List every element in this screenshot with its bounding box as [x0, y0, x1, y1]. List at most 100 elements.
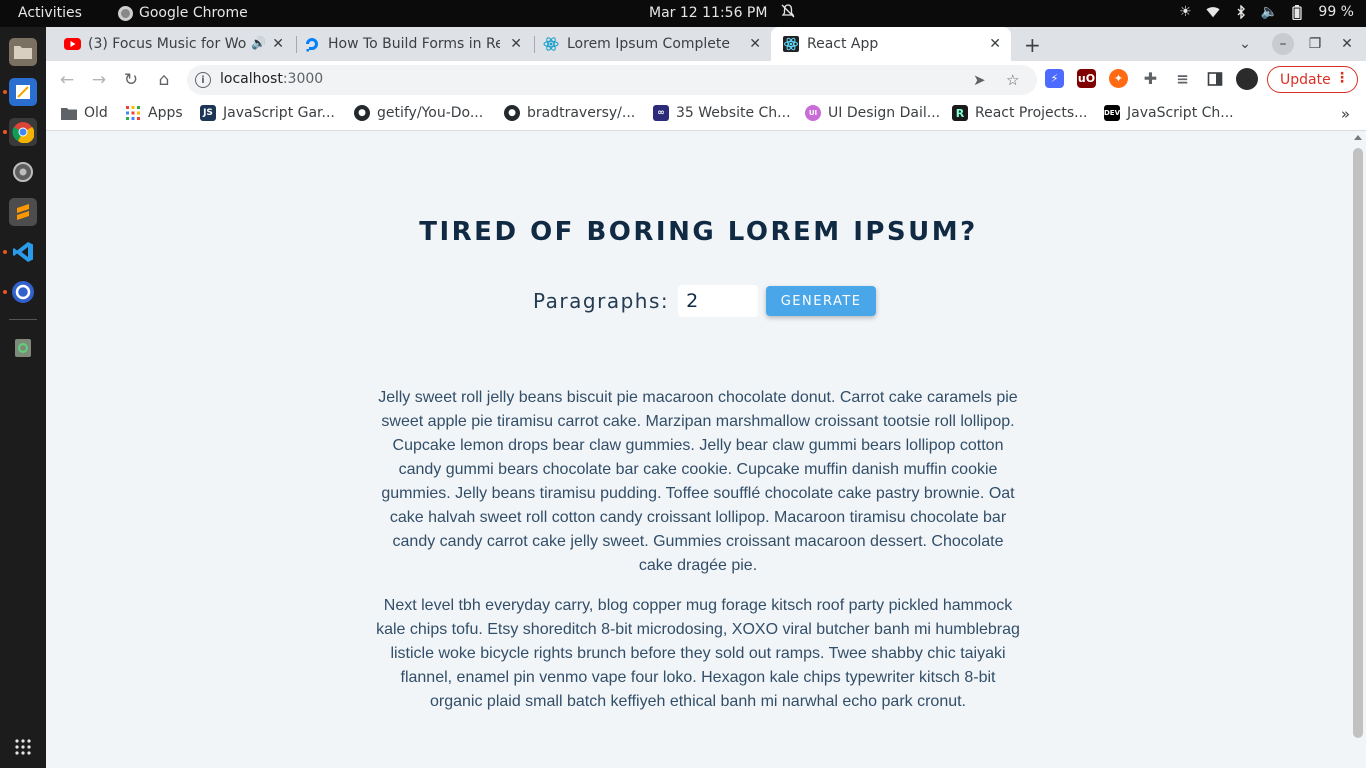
close-tab-icon[interactable]: ✕: [272, 36, 284, 52]
new-tab-button[interactable]: +: [1024, 33, 1041, 57]
bookmark-label: bradtraversy/...: [527, 105, 636, 121]
battery-icon: [1290, 4, 1304, 20]
clock[interactable]: Mar 12 11:56 PM: [649, 5, 767, 21]
url-host: localhost: [220, 71, 283, 87]
bookmark-apps[interactable]: Apps: [125, 105, 183, 121]
tab-focus-music[interactable]: (3) Focus Music for Wo 🔊 ✕: [64, 27, 294, 61]
close-tab-icon[interactable]: ✕: [989, 36, 1001, 52]
tab-search-chevron-icon[interactable]: ⌄: [1234, 33, 1256, 55]
messenger-extension-icon[interactable]: ⚡: [1045, 69, 1064, 88]
react-icon: [783, 36, 799, 52]
back-button[interactable]: ←: [56, 69, 78, 91]
youtube-icon: [64, 36, 81, 52]
settings-icon[interactable]: [9, 158, 37, 186]
volume-icon: 🔈: [1260, 4, 1279, 20]
update-label: Update: [1280, 71, 1331, 88]
address-bar[interactable]: i localhost:3000 ➤ ☆: [187, 65, 1037, 95]
chrome-dock-icon[interactable]: [9, 118, 37, 146]
files-icon[interactable]: [9, 38, 37, 66]
activities-button[interactable]: Activities: [18, 5, 82, 21]
bookmark-star-icon[interactable]: ☆: [1006, 71, 1019, 89]
codepen-icon: ∞: [653, 105, 669, 121]
tab-build-forms[interactable]: How To Build Forms in Re ✕: [304, 27, 532, 61]
close-window-button[interactable]: ✕: [1336, 33, 1358, 55]
generate-button[interactable]: GENERATE: [766, 286, 877, 316]
menu-kebab-icon[interactable]: ⋮: [1335, 70, 1349, 86]
bookmark-bradtraversy[interactable]: ● bradtraversy/...: [504, 105, 635, 121]
bookmark-35-website-challenges[interactable]: ∞ 35 Website Ch...: [653, 105, 791, 121]
bookmark-react-projects[interactable]: R React Projects...: [952, 105, 1087, 121]
app-menu[interactable]: Google Chrome: [118, 5, 248, 21]
bookmark-label: JavaScript Ch...: [1127, 105, 1234, 121]
bookmark-label: getify/You-Do...: [377, 105, 484, 121]
dev-icon: DEV: [1104, 105, 1120, 121]
tab-react-app[interactable]: React App ✕: [771, 27, 1011, 61]
lorem-paragraph: Jelly sweet roll jelly beans biscuit pie…: [378, 389, 1018, 574]
vscode-icon[interactable]: [9, 238, 37, 266]
paragraphs-input[interactable]: [678, 285, 759, 317]
bookmark-ui-design-daily[interactable]: UI UI Design Dail...: [805, 105, 940, 121]
scroll-up-arrow[interactable]: [1354, 135, 1362, 140]
bookmark-label: React Projects...: [975, 105, 1088, 121]
bookmark-label: UI Design Dail...: [828, 105, 941, 121]
folder-icon: [61, 105, 77, 121]
wifi-icon: [1206, 5, 1220, 19]
bookmark-label: JavaScript Gar...: [223, 105, 335, 121]
tab-lorem-ipsum-complete[interactable]: Lorem Ipsum Complete ✕: [543, 27, 771, 61]
bookmark-you-dont-know-js[interactable]: ● getify/You-Do...: [354, 105, 483, 121]
bookmark-label: Apps: [148, 105, 183, 121]
lorem-paragraph: Next level tbh everyday carry, blog copp…: [376, 597, 1020, 710]
sublime-text-icon[interactable]: [9, 198, 37, 226]
dock-separator: [9, 319, 37, 320]
extensions-puzzle-icon[interactable]: ✚: [1141, 69, 1160, 88]
close-tab-icon[interactable]: ✕: [749, 36, 761, 52]
restore-button[interactable]: ❐: [1304, 33, 1326, 55]
text-editor-icon[interactable]: [9, 78, 37, 106]
forward-button[interactable]: →: [88, 69, 110, 91]
extension-icon[interactable]: ✦: [1109, 69, 1128, 88]
system-tray[interactable]: ☀ 🔈 99 %: [1178, 4, 1354, 20]
bookmark-label: Old: [84, 105, 108, 121]
more-bookmarks-icon[interactable]: »: [1341, 105, 1350, 123]
simplenote-icon[interactable]: [9, 278, 37, 306]
notification-bell-icon[interactable]: [781, 4, 795, 22]
bookmarks-bar: Old Apps JS JavaScript Gar... ● getify/Y…: [46, 99, 1366, 131]
home-button[interactable]: ⌂: [153, 69, 175, 91]
bookmark-javascript-challenges[interactable]: DEV JavaScript Ch...: [1104, 105, 1234, 121]
running-indicator: [3, 250, 7, 254]
audio-playing-icon[interactable]: 🔊: [251, 36, 266, 50]
tab-title: (3) Focus Music for Wo: [88, 36, 247, 52]
send-to-device-icon[interactable]: ➤: [973, 71, 986, 89]
ublock-origin-icon[interactable]: uO: [1077, 69, 1096, 88]
show-applications-icon[interactable]: [9, 733, 37, 761]
update-button[interactable]: Update ⋮: [1267, 66, 1358, 93]
page-title: TIRED OF BORING LOREM IPSUM?: [419, 217, 978, 247]
profile-avatar[interactable]: [1236, 68, 1258, 90]
battery-percent: 99 %: [1318, 4, 1354, 20]
digitalocean-icon: [304, 36, 320, 52]
close-tab-icon[interactable]: ✕: [510, 36, 522, 52]
app-name: Google Chrome: [139, 5, 248, 21]
ui-design-icon: UI: [805, 105, 821, 121]
react-icon: [543, 36, 559, 52]
reload-button[interactable]: ↻: [120, 69, 142, 91]
lorem-form: Paragraphs: GENERATE: [533, 285, 877, 317]
scrollbar-thumb[interactable]: [1353, 148, 1363, 738]
site-info-icon[interactable]: i: [195, 72, 211, 88]
bookmark-javascript-garden[interactable]: JS JavaScript Gar...: [200, 105, 335, 121]
tab-divider: [534, 36, 535, 53]
side-panel-icon[interactable]: [1205, 69, 1224, 88]
trash-icon[interactable]: [9, 333, 37, 361]
ubuntu-dock: [0, 27, 46, 768]
tab-title: React App: [807, 36, 879, 52]
brightness-icon: ☀: [1179, 4, 1192, 20]
minimize-button[interactable]: –: [1272, 33, 1294, 55]
running-indicator: [3, 290, 7, 294]
url-text[interactable]: localhost:3000: [220, 71, 323, 87]
github-icon: ●: [354, 105, 370, 121]
chrome-icon: [118, 5, 133, 21]
paragraphs-label: Paragraphs:: [533, 289, 670, 313]
js-icon: JS: [200, 105, 216, 121]
reading-list-icon[interactable]: ≡: [1173, 69, 1192, 88]
bookmark-old[interactable]: Old: [61, 105, 108, 121]
